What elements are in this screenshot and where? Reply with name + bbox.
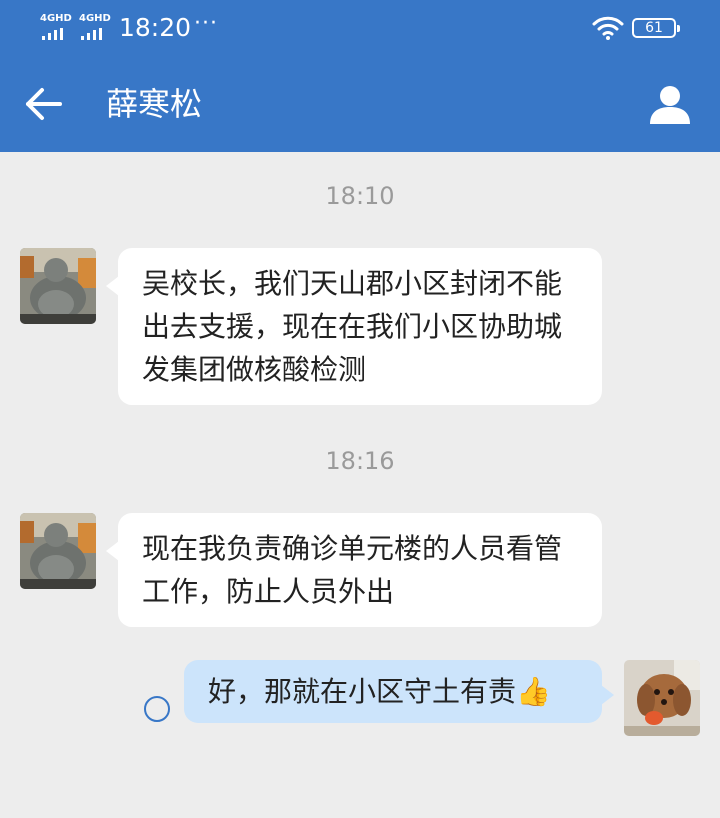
my-avatar[interactable]: [624, 660, 700, 736]
buddha-statue-avatar-image: [20, 248, 96, 324]
message-timestamp: 18:10: [325, 182, 395, 210]
chat-header: 薛寒松: [0, 56, 720, 152]
back-arrow-icon[interactable]: [24, 86, 64, 122]
sender-avatar[interactable]: [20, 248, 96, 324]
unread-circle-icon: [144, 696, 170, 722]
outgoing-message-bubble[interactable]: 好，那就在小区守土有责👍: [184, 660, 614, 723]
battery-icon: 61: [632, 18, 680, 38]
message-text: 现在我负责确诊单元楼的人员看管工作，防止人员外出: [142, 532, 563, 608]
buddha-statue-avatar-image: [20, 513, 96, 589]
thumbs-up-icon: 👍: [516, 675, 551, 708]
incoming-message-bubble[interactable]: 现在我负责确诊单元楼的人员看管工作，防止人员外出: [106, 513, 602, 627]
battery-level: 61: [645, 20, 663, 36]
cellular-signal-1: 4GHD: [40, 14, 74, 40]
network-type-label: 4GHD: [40, 13, 72, 24]
message-text: 好，那就在小区守土有责: [208, 675, 517, 708]
more-notifications-icon: ···: [194, 11, 218, 36]
status-bar: 4GHD 4GHD 18:20 ··· 61: [0, 0, 720, 56]
contact-name: 薛寒松: [106, 85, 203, 123]
cellular-signal-2: 4GHD: [79, 14, 113, 40]
message-timestamp: 18:16: [325, 447, 395, 475]
incoming-message-bubble[interactable]: 吴校长，我们天山郡小区封闭不能出去支援，现在在我们小区协助城发集团做核酸检测: [106, 248, 602, 405]
wifi-icon: [592, 16, 624, 40]
status-time: 18:20: [119, 13, 192, 42]
sender-avatar[interactable]: [20, 513, 96, 589]
person-icon[interactable]: [648, 84, 692, 124]
network-type-label: 4GHD: [79, 13, 111, 24]
dog-avatar-image: [624, 660, 700, 736]
message-text: 吴校长，我们天山郡小区封闭不能出去支援，现在在我们小区协助城发集团做核酸检测: [142, 267, 563, 386]
